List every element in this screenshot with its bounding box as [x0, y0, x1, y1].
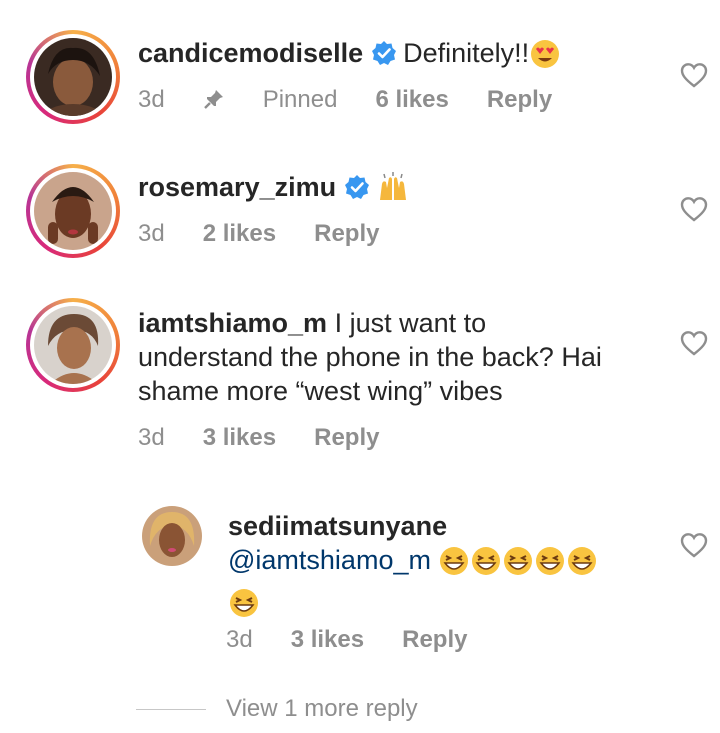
- avatar: [34, 306, 112, 384]
- mention-link[interactable]: @iamtshiamo_m: [228, 545, 431, 575]
- avatar-ring[interactable]: [26, 30, 120, 124]
- view-more-replies-button[interactable]: View 1 more reply: [136, 695, 418, 723]
- like-heart-icon[interactable]: [680, 62, 708, 93]
- like-heart-icon[interactable]: [680, 196, 708, 227]
- comment-text-line-3: shame more “west wing” vibes: [138, 376, 503, 406]
- verified-badge-icon: [344, 174, 370, 208]
- like-heart-icon[interactable]: [680, 330, 708, 361]
- pin-icon: [203, 88, 225, 117]
- avatar: [34, 172, 112, 250]
- raising-hands-emoji-icon: [376, 170, 410, 212]
- grinning-squinting-emoji-icon: [502, 545, 534, 585]
- likes-count[interactable]: 3 likes: [291, 626, 364, 653]
- likes-count[interactable]: 6 likes: [375, 86, 448, 113]
- reply-button[interactable]: Reply: [402, 626, 467, 653]
- divider-line: [136, 709, 206, 711]
- reply-button[interactable]: Reply: [314, 424, 379, 451]
- username[interactable]: iamtshiamo_m: [138, 308, 327, 338]
- reply-button[interactable]: Reply: [314, 220, 379, 247]
- likes-count[interactable]: 3 likes: [203, 424, 276, 451]
- grinning-squinting-emoji-icon: [438, 545, 470, 585]
- grinning-squinting-emoji-icon: [534, 545, 566, 585]
- grinning-squinting-emoji-icon: [228, 587, 260, 627]
- heart-eyes-emoji-icon: [529, 38, 561, 78]
- grinning-squinting-emoji-icon: [566, 545, 598, 585]
- username[interactable]: sediimatsunyane: [228, 511, 447, 541]
- comment-time: 3d: [138, 220, 165, 247]
- pinned-label: Pinned: [203, 86, 337, 113]
- comment-time: 3d: [226, 626, 253, 653]
- username[interactable]: rosemary_zimu: [138, 172, 336, 202]
- verified-badge-icon: [371, 40, 397, 74]
- like-heart-icon[interactable]: [680, 532, 708, 563]
- avatar[interactable]: [142, 506, 202, 566]
- avatar: [34, 38, 112, 116]
- comment-time: 3d: [138, 424, 165, 451]
- comment-text-line-2: understand the phone in the back? Hai: [138, 342, 602, 372]
- comment-time: 3d: [138, 86, 165, 113]
- comment-text-line-1: I just want to: [334, 308, 487, 338]
- reply-button[interactable]: Reply: [487, 86, 552, 113]
- avatar-ring[interactable]: [26, 164, 120, 258]
- comment-text: Definitely!!: [403, 38, 530, 68]
- likes-count[interactable]: 2 likes: [203, 220, 276, 247]
- view-more-label: View 1 more reply: [226, 695, 418, 722]
- username[interactable]: candicemodiselle: [138, 38, 363, 68]
- avatar-ring[interactable]: [26, 298, 120, 392]
- grinning-squinting-emoji-icon: [470, 545, 502, 585]
